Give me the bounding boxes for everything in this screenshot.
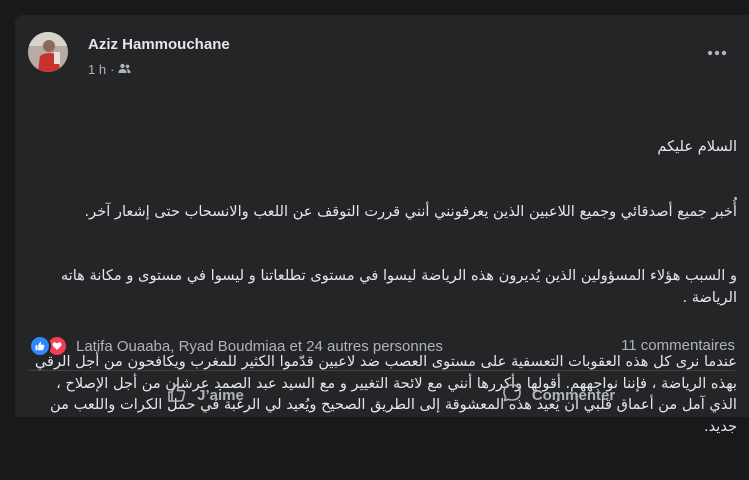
- avatar[interactable]: [28, 32, 68, 72]
- divider: [29, 370, 735, 371]
- post-line-announcement: أُخبر جميع أصدقائي وجميع اللاعبين الذين …: [84, 202, 737, 220]
- author-name[interactable]: Aziz Hammouchane: [88, 36, 230, 53]
- reactions-summary[interactable]: Latifa Ouaaba, Ryad Boudmiaa et 24 autre…: [29, 335, 443, 357]
- like-button-label: J’aime: [197, 386, 244, 404]
- comment-icon: [502, 383, 522, 407]
- post-actions: J’aime Commenter: [29, 373, 735, 417]
- post-line-greeting: السلام عليكم: [657, 138, 737, 155]
- more-icon[interactable]: [703, 43, 731, 63]
- post-line-reason: و السبب هؤلاء المسؤولين الذين يُديرون هذ…: [60, 267, 737, 306]
- comment-button-label: Commenter: [531, 386, 616, 404]
- post-card: Aziz Hammouchane 1 h · السلام عليكم أُخب…: [15, 15, 749, 435]
- reactions-names[interactable]: Latifa Ouaaba, Ryad Boudmiaa et 24 autre…: [76, 338, 443, 355]
- like-reaction-icon: [29, 335, 51, 357]
- post-time[interactable]: 1 h: [88, 62, 106, 77]
- like-button[interactable]: J’aime: [29, 373, 382, 417]
- thumbs-up-icon: [167, 383, 187, 407]
- friends-icon[interactable]: [118, 62, 131, 77]
- meta-separator: ·: [110, 62, 115, 77]
- comments-count[interactable]: 11 commentaires: [621, 337, 735, 354]
- comment-button[interactable]: Commenter: [382, 373, 735, 417]
- post-meta: 1 h ·: [88, 62, 131, 77]
- avatar-photo: [28, 32, 68, 72]
- post-text: السلام عليكم أُخبر جميع أصدقائي وجميع ال…: [29, 93, 737, 480]
